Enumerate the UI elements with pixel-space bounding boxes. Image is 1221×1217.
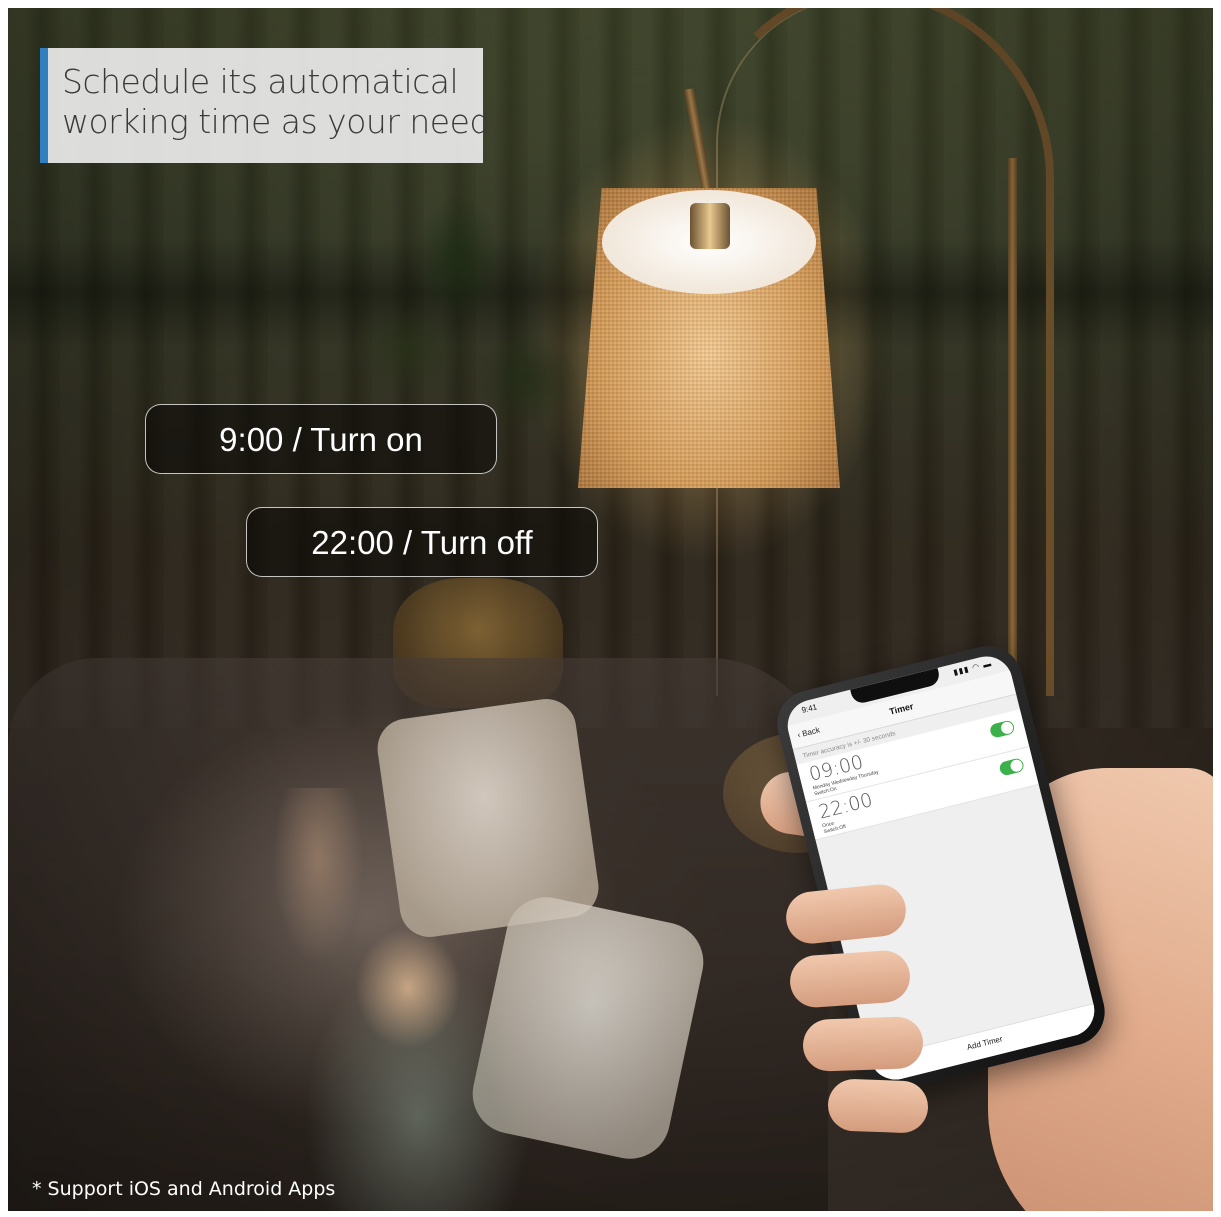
turn-off-schedule-label: 22:00 / Turn off	[246, 507, 598, 577]
headline-box: Schedule its automatical working time as…	[40, 48, 500, 163]
timer-toggle[interactable]	[988, 719, 1016, 739]
status-time: 9:41	[800, 702, 818, 715]
headline-line-1: Schedule its automatical	[62, 62, 459, 101]
headline-line-2: working time as your need.	[62, 102, 500, 141]
signal-wifi-battery-icon: ▮▮▮ ◠ ▬	[952, 658, 994, 678]
app-support-footnote: * Support iOS and Android Apps	[32, 1178, 336, 1200]
toggle-knob	[999, 720, 1015, 736]
product-photo: Schedule its automatical working time as…	[8, 8, 1213, 1211]
turn-on-schedule-label: 9:00 / Turn on	[145, 404, 497, 474]
toggle-knob	[1009, 758, 1024, 773]
timer-toggle[interactable]	[998, 757, 1025, 777]
